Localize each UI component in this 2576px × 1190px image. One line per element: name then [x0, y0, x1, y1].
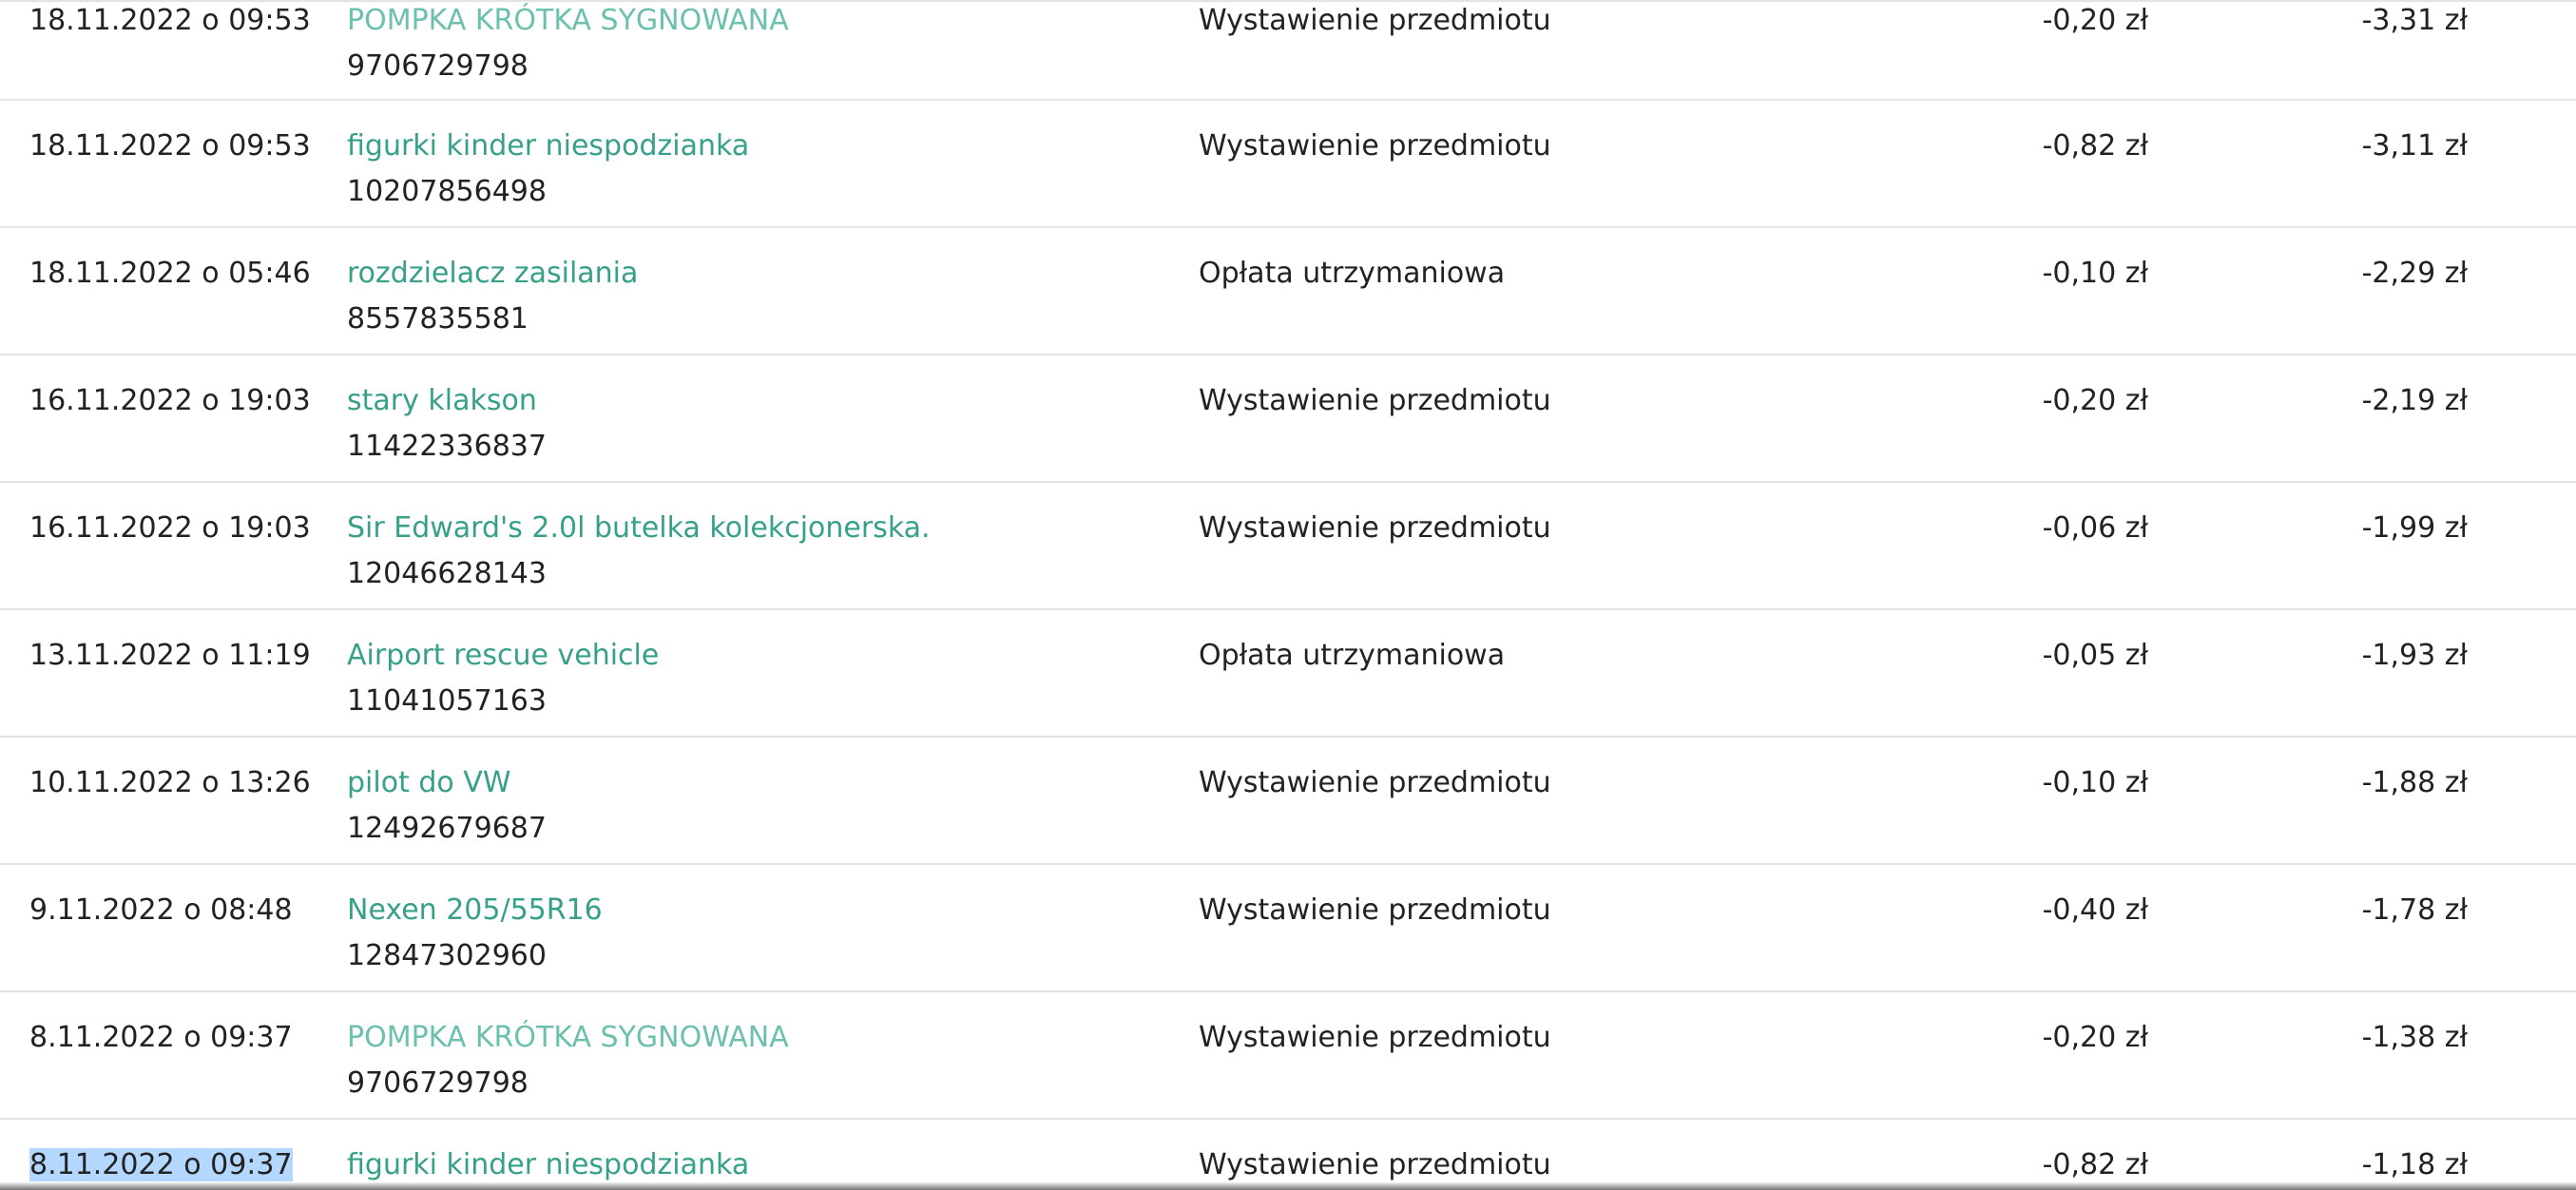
offer-title-link[interactable]: rozdzielacz zasilania [347, 251, 638, 297]
fee-type-cell: Wystawienie przedmiotu [1199, 4, 1551, 37]
offer-title-link[interactable]: Sir Edward's 2.0l butelka kolekcjonerska… [347, 506, 931, 551]
offer-cell: pilot do VW 12492679687 [347, 760, 547, 852]
fee-type-cell: Opłata utrzymaniowa [1199, 257, 1506, 290]
date-cell: 10.11.2022 o 13:26 [29, 766, 311, 799]
offer-title-link[interactable]: Nexen 205/55R16 [347, 888, 603, 933]
fee-type-cell: Wystawienie przedmiotu [1199, 766, 1551, 799]
date-cell: 18.11.2022 o 05:46 [29, 257, 311, 290]
offer-cell: Airport rescue vehicle 11041057163 [347, 633, 659, 724]
table-row: 16.11.2022 o 19:03 stary klakson 1142233… [0, 355, 2576, 483]
date-cell: 8.11.2022 o 09:37 [29, 1021, 293, 1054]
balance-cell: -1,18 zł [2361, 1148, 2468, 1181]
offer-cell: POMPKA KRÓTKA SYGNOWANA 9706729798 [347, 1015, 789, 1106]
amount-cell: -0,20 zł [2042, 1021, 2148, 1054]
amount-cell: -0,20 zł [2042, 384, 2148, 417]
table-row: 9.11.2022 o 08:48 Nexen 205/55R16 128473… [0, 865, 2576, 992]
offer-cell: POMPKA KRÓTKA SYGNOWANA 9706729798 [347, 0, 789, 89]
billing-table: 18.11.2022 o 09:53 POMPKA KRÓTKA SYGNOWA… [0, 0, 2576, 1190]
fee-type-cell: Wystawienie przedmiotu [1199, 129, 1551, 163]
amount-cell: -0,82 zł [2042, 1148, 2148, 1181]
fee-type-cell: Opłata utrzymaniowa [1199, 639, 1506, 672]
balance-cell: -3,11 zł [2361, 129, 2468, 163]
balance-cell: -1,99 zł [2361, 511, 2468, 545]
table-row: 8.11.2022 o 09:37 POMPKA KRÓTKA SYGNOWAN… [0, 992, 2576, 1120]
offer-title-link[interactable]: pilot do VW [347, 760, 547, 806]
date-cell: 13.11.2022 o 11:19 [29, 639, 311, 672]
amount-cell: -0,40 zł [2042, 893, 2148, 927]
date-cell: 8.11.2022 o 09:37 [29, 1142, 293, 1188]
offer-title-link[interactable]: stary klakson [347, 378, 547, 424]
date-cell: 9.11.2022 o 08:48 [29, 893, 293, 927]
table-row: 18.11.2022 o 09:53 POMPKA KRÓTKA SYGNOWA… [0, 0, 2576, 101]
offer-title-link[interactable]: figurki kinder niespodzianka [347, 1142, 749, 1188]
offer-title-link[interactable]: figurki kinder niespodzianka [347, 124, 749, 169]
offer-title-link[interactable]: POMPKA KRÓTKA SYGNOWANA [347, 1015, 789, 1061]
offer-cell: Nexen 205/55R16 12847302960 [347, 888, 603, 979]
offer-cell: rozdzielacz zasilania 8557835581 [347, 251, 638, 342]
offer-id: 11041057163 [347, 684, 547, 718]
fee-type-cell: Wystawienie przedmiotu [1199, 511, 1551, 545]
offer-cell: Sir Edward's 2.0l butelka kolekcjonerska… [347, 506, 931, 597]
offer-title-link[interactable]: Airport rescue vehicle [347, 633, 659, 679]
offer-title-link[interactable]: POMPKA KRÓTKA SYGNOWANA [347, 0, 789, 44]
fee-type-cell: Wystawienie przedmiotu [1199, 384, 1551, 417]
amount-cell: -0,06 zł [2042, 511, 2148, 545]
balance-cell: -3,31 zł [2361, 4, 2468, 37]
balance-cell: -1,78 zł [2361, 893, 2468, 927]
amount-cell: -0,10 zł [2042, 766, 2148, 799]
window-bottom-edge [0, 1182, 2576, 1190]
balance-cell: -2,29 zł [2361, 257, 2468, 290]
fee-type-cell: Wystawienie przedmiotu [1199, 1021, 1551, 1054]
selected-text: 8.11.2022 o 09:37 [29, 1148, 293, 1181]
table-row: 18.11.2022 o 09:53 figurki kinder niespo… [0, 101, 2576, 228]
date-cell: 18.11.2022 o 09:53 [29, 129, 311, 163]
offer-id: 12847302960 [347, 939, 547, 972]
amount-cell: -0,10 zł [2042, 257, 2148, 290]
offer-id: 9706729798 [347, 49, 529, 83]
fee-type-cell: Wystawienie przedmiotu [1199, 893, 1551, 927]
balance-cell: -1,93 zł [2361, 639, 2468, 672]
amount-cell: -0,20 zł [2042, 4, 2148, 37]
fee-type-cell: Wystawienie przedmiotu [1199, 1148, 1551, 1181]
offer-cell: stary klakson 11422336837 [347, 378, 547, 470]
balance-cell: -1,88 zł [2361, 766, 2468, 799]
table-row: 13.11.2022 o 11:19 Airport rescue vehicl… [0, 610, 2576, 738]
offer-cell: figurki kinder niespodzianka 10207856498 [347, 124, 749, 215]
date-cell: 16.11.2022 o 19:03 [29, 511, 311, 545]
offer-id: 12492679687 [347, 812, 547, 845]
offer-id: 10207856498 [347, 175, 547, 208]
table-row: 18.11.2022 o 05:46 rozdzielacz zasilania… [0, 228, 2576, 355]
date-cell: 16.11.2022 o 19:03 [29, 384, 311, 417]
offer-id: 12046628143 [347, 557, 547, 590]
billing-history-page: 18.11.2022 o 09:53 POMPKA KRÓTKA SYGNOWA… [0, 0, 2576, 1190]
amount-cell: -0,05 zł [2042, 639, 2148, 672]
table-row: 10.11.2022 o 13:26 pilot do VW 124926796… [0, 738, 2576, 865]
balance-cell: -1,38 zł [2361, 1021, 2468, 1054]
table-row: 16.11.2022 o 19:03 Sir Edward's 2.0l but… [0, 483, 2576, 610]
offer-id: 8557835581 [347, 302, 529, 336]
offer-id: 11422336837 [347, 430, 547, 463]
amount-cell: -0,82 zł [2042, 129, 2148, 163]
date-cell: 18.11.2022 o 09:53 [29, 4, 311, 37]
offer-cell: figurki kinder niespodzianka [347, 1142, 749, 1188]
table-row: 8.11.2022 o 09:37 figurki kinder niespod… [0, 1120, 2576, 1190]
balance-cell: -2,19 zł [2361, 384, 2468, 417]
offer-id: 9706729798 [347, 1066, 529, 1100]
